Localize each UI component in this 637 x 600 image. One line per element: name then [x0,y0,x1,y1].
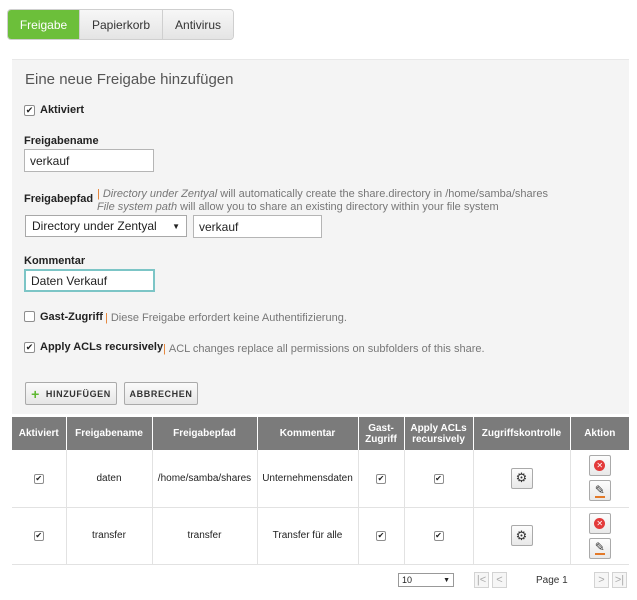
access-control-button[interactable]: ⚙ [510,525,533,546]
row-share-name: transfer [66,507,153,565]
cancel-button[interactable]: ABBRECHEN [124,382,198,405]
chevron-down-icon: ▼ [172,221,180,231]
add-button[interactable]: + HINZUFÜGEN [25,382,117,405]
row-share-path: /home/samba/shares [152,450,258,508]
share-name-label: Freigabename [24,135,99,147]
prev-page-button[interactable]: < [492,572,507,588]
delete-icon: ✕ [594,460,606,472]
row-guest-checkbox[interactable] [376,531,386,541]
tab-freigabe[interactable]: Freigabe [8,10,79,39]
row-share-name: daten [66,450,153,508]
col-header-share-name: Freigabename [66,417,153,450]
share-path-type-value: Directory under Zentyal [32,219,157,233]
plus-icon: + [31,385,40,402]
comment-label: Kommentar [24,255,86,267]
table-row: transfer transfer Transfer für alle ⚙ ✕ … [12,507,629,565]
access-control-button[interactable]: ⚙ [510,467,533,489]
col-header-share-path: Freigabepfad [152,417,258,450]
edit-button[interactable]: ✎ [588,537,611,559]
share-name-input[interactable]: verkauf [24,149,154,172]
chevron-left-icon: < [496,574,503,586]
share-path-input[interactable]: verkauf [193,215,322,238]
guest-access-checkbox[interactable] [24,311,35,322]
guest-access-label: Gast-Zugriff [40,311,103,323]
col-header-guest: Gast-Zugriff [358,417,405,450]
col-header-acls: Apply ACLs recursively [404,417,474,450]
row-enabled-checkbox[interactable] [33,531,44,541]
share-path-type-select[interactable]: Directory under Zentyal ▼ [25,215,187,237]
row-comment: Transfer für alle [257,507,359,565]
shares-table: Aktiviert Freigabename Freigabepfad Komm… [12,417,629,565]
share-path-help: | Directory under Zentyal will automatica… [97,188,548,213]
last-page-icon: >| [614,574,625,586]
add-share-form: Eine neue Freigabe hinzufügen Aktiviert … [12,59,629,414]
row-enabled-checkbox[interactable] [33,473,44,484]
first-page-button[interactable]: |< [474,572,489,588]
comment-input[interactable]: Daten Verkauf [24,269,155,292]
form-title: Eine neue Freigabe hinzufügen [25,71,234,88]
page-size-select[interactable]: 10 ▼ [398,573,454,587]
row-share-path: transfer [152,507,258,565]
table-row: daten /home/samba/shares Unternehmensdat… [12,450,629,508]
row-acls-checkbox[interactable] [433,473,444,484]
col-header-comment: Kommentar [257,417,359,450]
pencil-icon: ✎ [594,482,605,498]
gear-icon: ⚙ [515,527,528,543]
col-header-enabled: Aktiviert [12,417,67,450]
tab-antivirus[interactable]: Antivirus [162,10,234,39]
row-acls-checkbox[interactable] [433,531,444,541]
table-header-row: Aktiviert Freigabename Freigabepfad Komm… [12,417,629,450]
enabled-label: Aktiviert [40,104,85,116]
next-page-button[interactable]: > [594,572,609,588]
module-tabs: Freigabe Papierkorb Antivirus [7,9,235,40]
edit-button[interactable]: ✎ [588,480,611,502]
delete-button[interactable]: ✕ [588,455,611,477]
page-size-value: 10 [402,575,413,585]
row-guest-checkbox[interactable] [376,473,386,484]
delete-icon: ✕ [594,517,606,529]
page-indicator: Page 1 [536,575,568,586]
chevron-down-icon: ▼ [443,576,450,584]
chevron-right-icon: > [598,574,605,586]
first-page-icon: |< [476,574,487,586]
enabled-checkbox[interactable] [24,105,35,116]
gear-icon: ⚙ [515,470,528,486]
row-comment: Unternehmensdaten [257,450,359,508]
share-path-label: Freigabepfad [24,193,94,205]
delete-button[interactable]: ✕ [588,512,611,534]
col-header-access-control: Zugriffskontrolle [473,417,571,450]
apply-acls-label: Apply ACLs recursively [40,341,164,353]
guest-access-help: | Diese Freigabe erfordert keine Authenti… [105,312,347,324]
apply-acls-help: | ACL changes replace all permissions on … [163,343,485,355]
pencil-icon: ✎ [594,540,605,555]
tab-papierkorb[interactable]: Papierkorb [79,10,163,39]
add-button-label: HINZUFÜGEN [45,388,111,399]
apply-acls-checkbox[interactable] [24,342,35,353]
col-header-action: Aktion [570,417,629,450]
last-page-button[interactable]: >| [612,572,627,588]
